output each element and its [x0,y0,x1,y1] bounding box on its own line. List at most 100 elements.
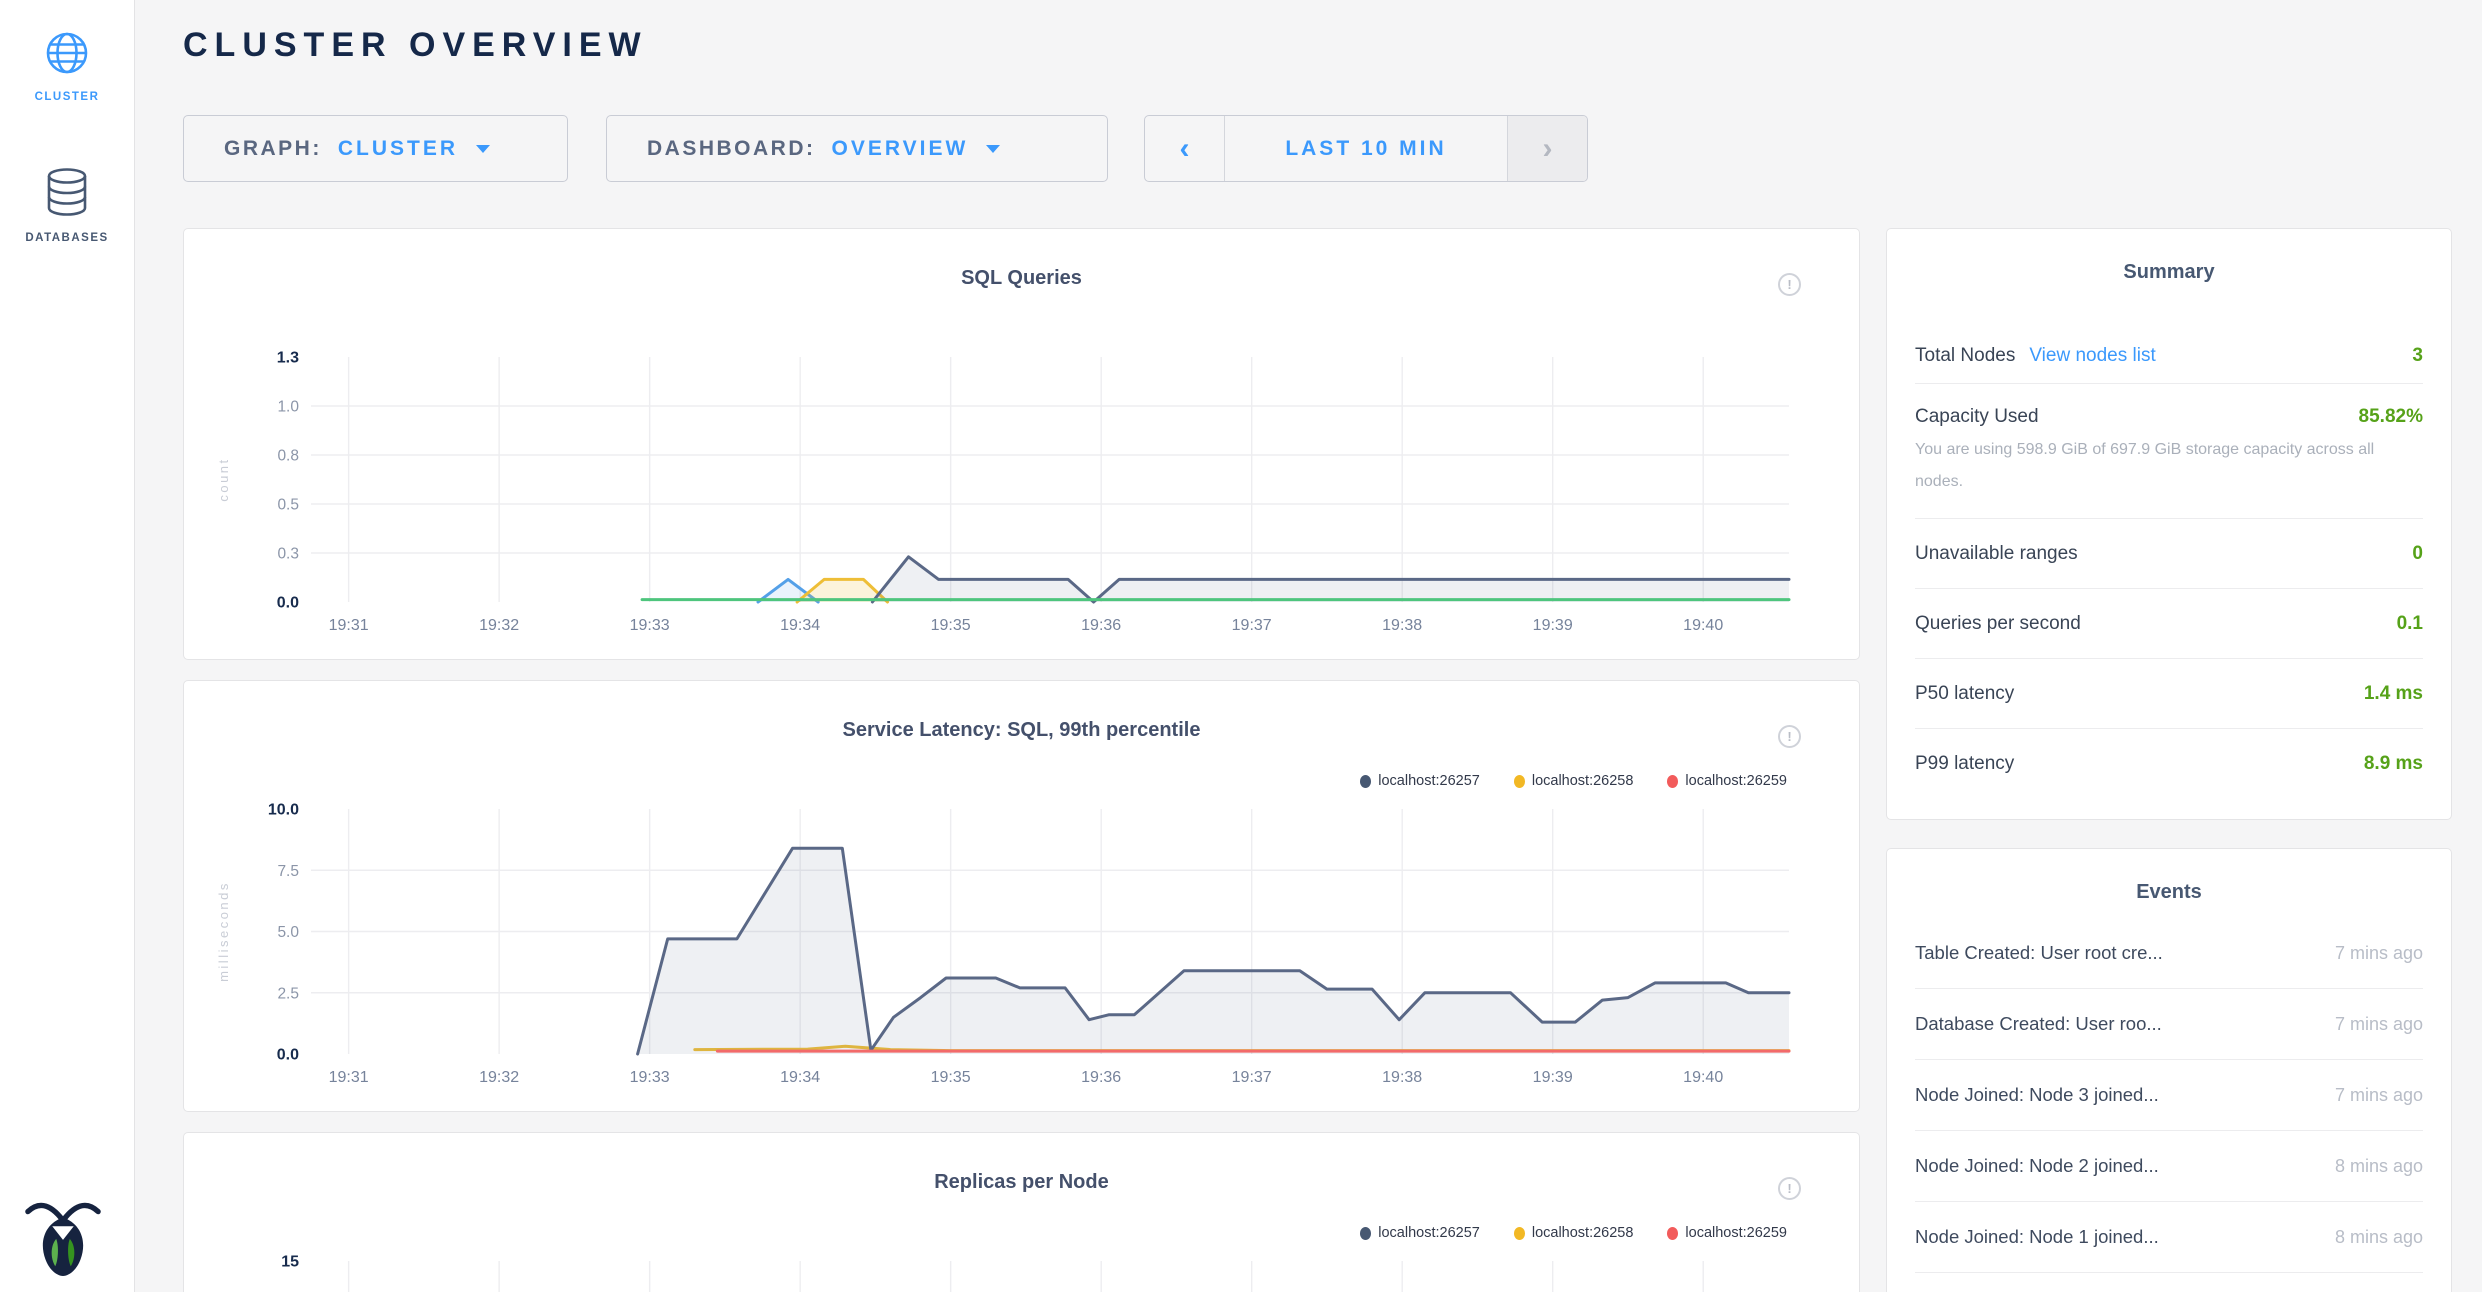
summary-label: P50 latency [1915,683,2014,705]
chart-plot: 151019:3119:3219:3319:3419:3519:3619:371… [184,1133,1859,1292]
event-time: 7 mins ago [2319,943,2423,964]
summary-label: Capacity Used [1915,406,2039,428]
svg-text:0.3: 0.3 [277,546,299,563]
svg-text:19:32: 19:32 [479,617,519,634]
chevron-right-icon: › [1543,132,1553,166]
svg-text:15: 15 [281,1254,299,1271]
legend-label: localhost:26258 [1532,1225,1634,1241]
graph-dropdown-value: CLUSTER [338,137,458,161]
sidebar-item-databases[interactable]: DATABASES [0,167,134,244]
time-range-label[interactable]: LAST 10 MIN [1225,116,1507,181]
chart-title: Service Latency: SQL, 99th percentile [184,719,1859,742]
svg-text:count: count [216,457,231,501]
dashboard-dropdown[interactable]: DASHBOARD: OVERVIEW [606,115,1108,182]
chart-title: SQL Queries [184,267,1859,290]
legend-dot-icon [1667,1227,1678,1240]
legend-item[interactable]: localhost:26259 [1667,1225,1787,1241]
page-title: CLUSTER OVERVIEW [183,26,648,65]
sidebar-item-label: DATABASES [0,232,134,244]
summary-title: Summary [1915,261,2423,284]
graph-dropdown[interactable]: GRAPH: CLUSTER [183,115,568,182]
event-text: Table Created: User root cre... [1915,942,2163,964]
cockroachdb-logo [24,1194,102,1276]
legend-label: localhost:26259 [1685,1225,1787,1241]
legend-dot-icon [1360,775,1371,788]
summary-value: 8.9 ms [2364,753,2423,775]
event-time: 7 mins ago [2319,1014,2423,1035]
event-text: Node Joined: Node 1 joined... [1915,1226,2159,1248]
summary-row-queries-per-second: Queries per second 0.1 [1915,589,2423,659]
svg-text:0.0: 0.0 [277,595,299,612]
event-row[interactable]: Node Joined: Node 1 joined... 8 mins ago [1915,1202,2423,1273]
main-content: CLUSTER OVERVIEW GRAPH: CLUSTER DASHBOAR… [136,0,2482,1292]
svg-text:19:39: 19:39 [1533,617,1573,634]
graph-dropdown-label: GRAPH: [224,137,322,161]
time-range-selector: ‹ LAST 10 MIN › [1144,115,1588,182]
legend-item[interactable]: localhost:26257 [1360,773,1480,789]
service-latency-chart-card: 10.07.55.02.50.019:3119:3219:3319:3419:3… [183,680,1860,1112]
svg-text:19:40: 19:40 [1683,1069,1723,1086]
svg-text:19:38: 19:38 [1382,1069,1422,1086]
legend-item[interactable]: localhost:26257 [1360,1225,1480,1241]
event-row[interactable]: Node Joined: Node 3 joined... 7 mins ago [1915,1060,2423,1131]
summary-row-total-nodes: Total Nodes View nodes list 3 [1915,328,2423,384]
svg-text:5.0: 5.0 [277,924,299,941]
summary-label: P99 latency [1915,753,2014,775]
svg-text:19:33: 19:33 [630,1069,670,1086]
event-time: 7 mins ago [2319,1085,2423,1106]
legend-item[interactable]: localhost:26258 [1514,1225,1634,1241]
event-row[interactable]: Table Created: User root cre... 7 mins a… [1915,918,2423,989]
view-nodes-list-link[interactable]: View nodes list [2029,345,2155,367]
svg-text:2.5: 2.5 [277,985,299,1002]
summary-label: Unavailable ranges [1915,543,2078,565]
svg-text:19:37: 19:37 [1232,1069,1272,1086]
chart-title: Replicas per Node [184,1171,1859,1194]
svg-text:19:39: 19:39 [1533,1069,1573,1086]
info-icon[interactable]: ! [1778,273,1801,296]
sidebar-item-label: CLUSTER [0,91,134,103]
svg-text:19:36: 19:36 [1081,1069,1121,1086]
svg-text:19:32: 19:32 [479,1069,519,1086]
legend-item[interactable]: localhost:26258 [1514,773,1634,789]
svg-text:7.5: 7.5 [277,863,299,880]
chart-legend: localhost:26257 localhost:26258 localhost:… [1360,773,1787,789]
sidebar-item-cluster[interactable]: CLUSTER [0,30,134,103]
event-row[interactable]: Database Created: User roo... 7 mins ago [1915,989,2423,1060]
event-row[interactable]: Node Joined: Node 2 joined... 8 mins ago [1915,1131,2423,1202]
dashboard-dropdown-value: OVERVIEW [832,137,969,161]
time-prev-button[interactable]: ‹ [1145,116,1225,181]
svg-text:19:36: 19:36 [1081,617,1121,634]
summary-row-capacity-used: Capacity Used 85.82% You are using 598.9… [1915,384,2423,519]
svg-text:19:34: 19:34 [780,617,820,634]
svg-text:0.0: 0.0 [277,1047,299,1064]
event-time: 8 mins ago [2319,1156,2423,1177]
svg-text:19:40: 19:40 [1683,617,1723,634]
legend-label: localhost:26257 [1378,1225,1480,1241]
summary-value: 1.4 ms [2364,683,2423,705]
legend-label: localhost:26258 [1532,773,1634,789]
svg-text:19:35: 19:35 [931,1069,971,1086]
legend-label: localhost:26257 [1378,773,1480,789]
event-text: Database Created: User roo... [1915,1013,2162,1035]
summary-value: 0 [2412,543,2423,565]
svg-text:19:38: 19:38 [1382,617,1422,634]
replicas-per-node-chart-card: 151019:3119:3219:3319:3419:3519:3619:371… [183,1132,1860,1292]
event-time: 8 mins ago [2319,1227,2423,1248]
summary-value: 0.1 [2397,613,2423,635]
legend-dot-icon [1667,775,1678,788]
info-icon[interactable]: ! [1778,725,1801,748]
svg-text:0.8: 0.8 [277,448,299,465]
time-next-button[interactable]: › [1507,116,1587,181]
legend-item[interactable]: localhost:26259 [1667,773,1787,789]
legend-dot-icon [1514,1227,1525,1240]
chart-plot: 10.07.55.02.50.019:3119:3219:3319:3419:3… [184,681,1859,1111]
summary-label: Total Nodes [1915,345,2015,367]
svg-text:0.5: 0.5 [277,497,299,514]
info-icon[interactable]: ! [1778,1177,1801,1200]
legend-dot-icon [1514,775,1525,788]
events-panel: Events Table Created: User root cre... 7… [1886,848,2452,1292]
svg-text:19:34: 19:34 [780,1069,820,1086]
globe-icon [44,30,90,76]
sidebar: CLUSTER DATABASES [0,0,135,1292]
database-icon [45,167,89,217]
